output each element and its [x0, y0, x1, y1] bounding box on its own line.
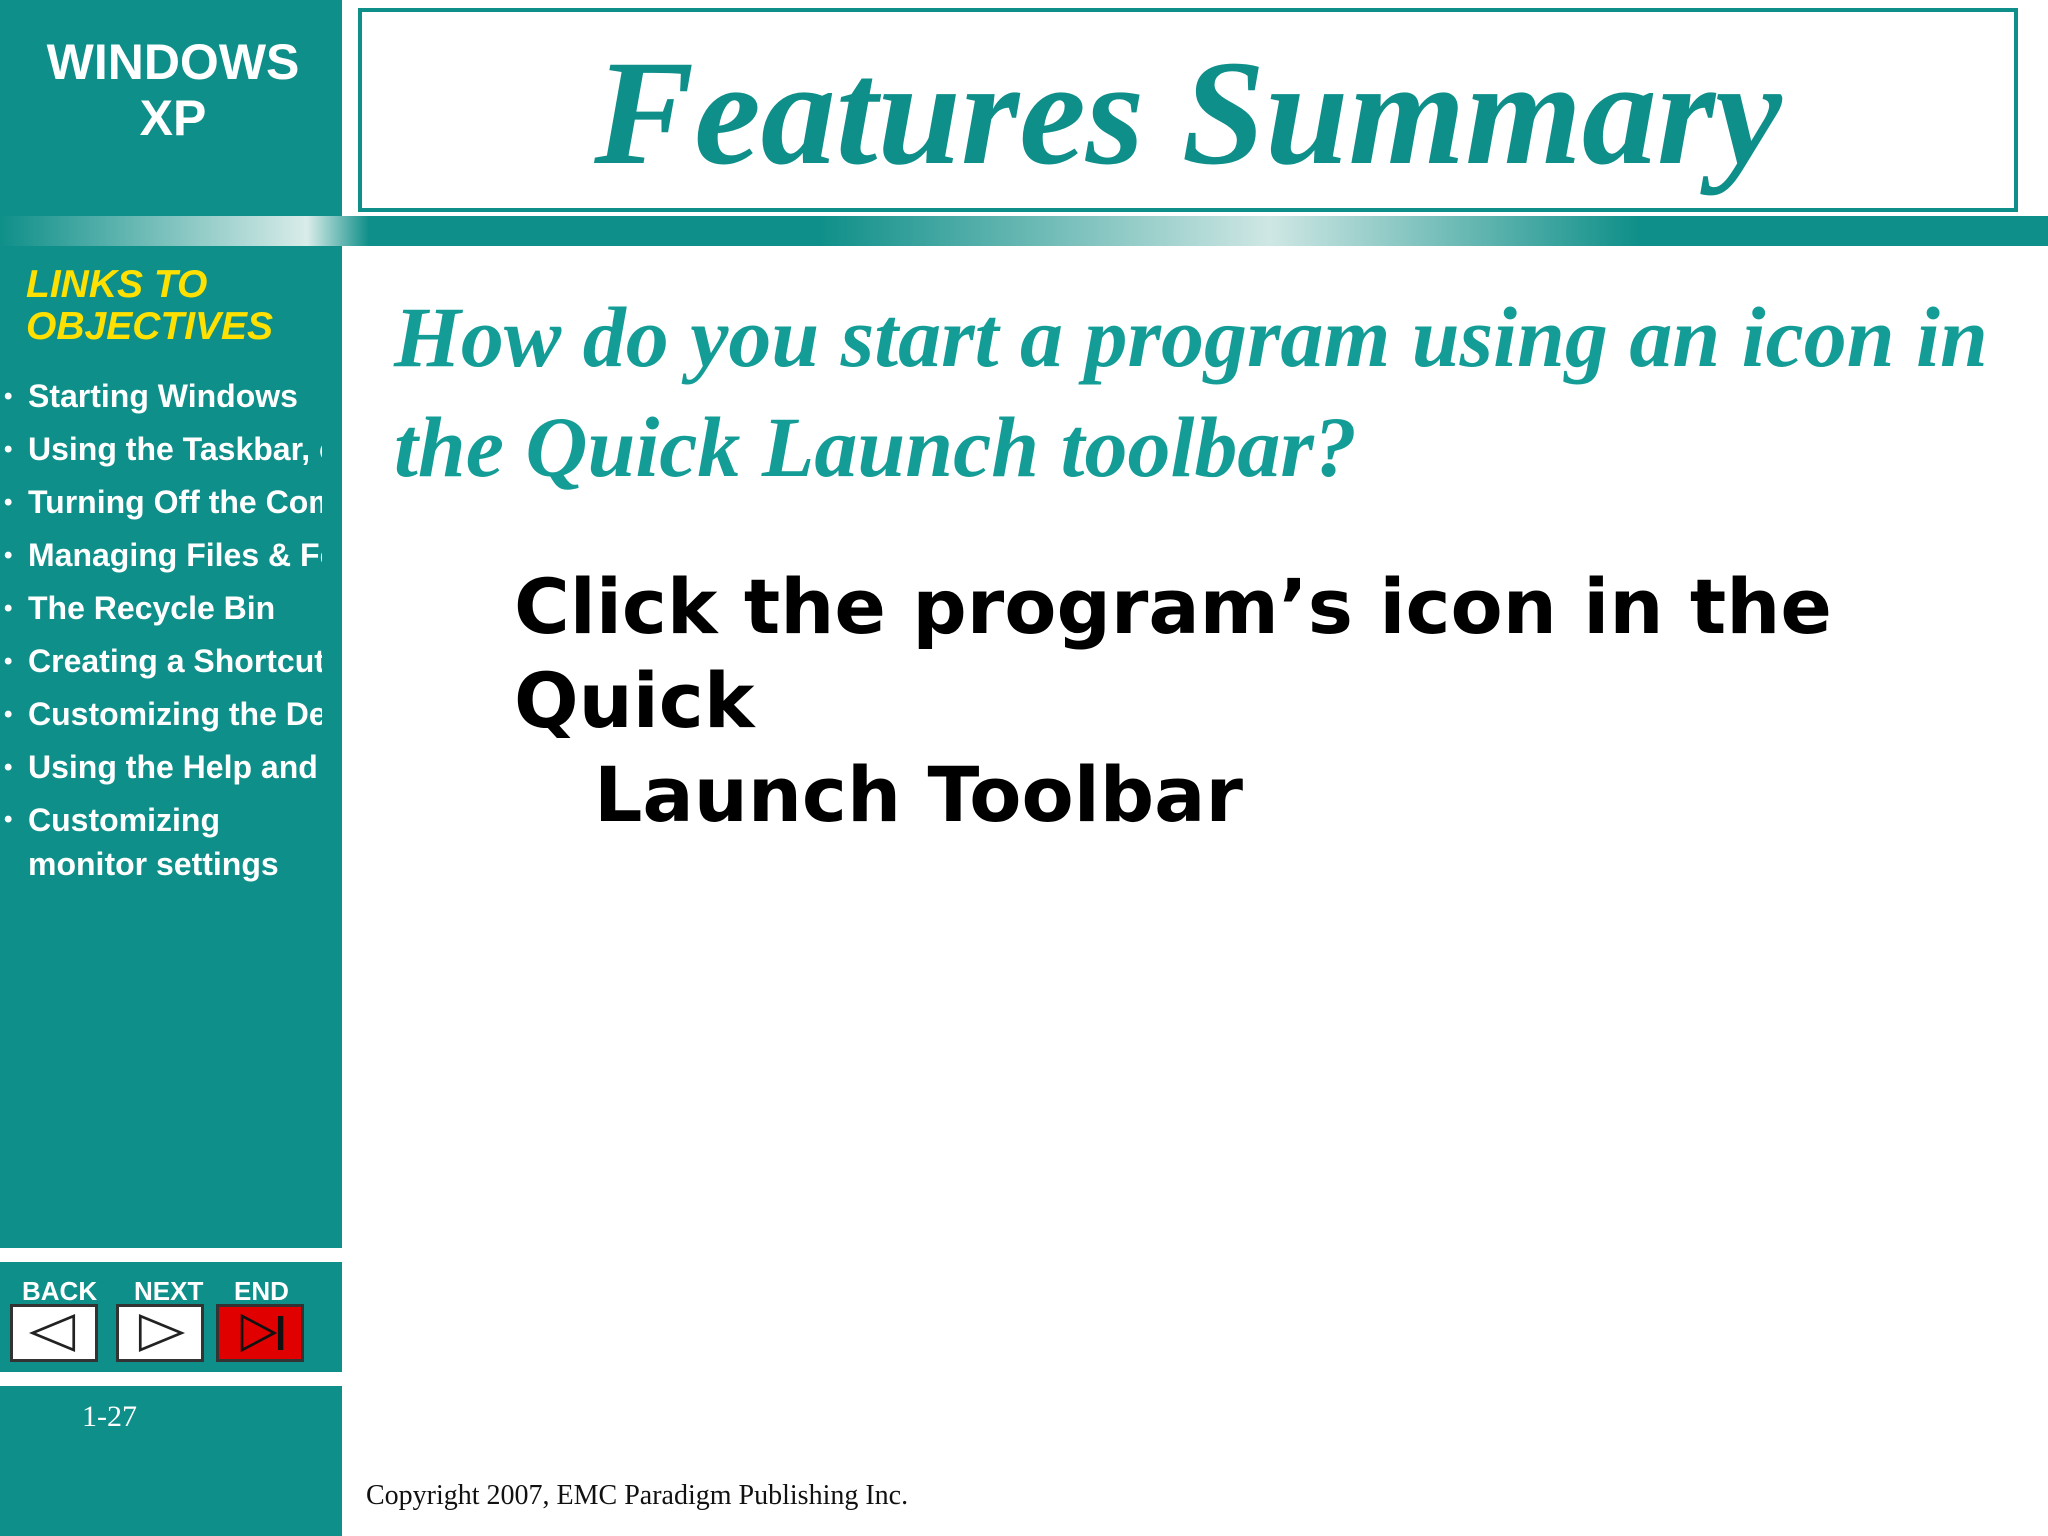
answer-line-2: Launch Toolbar: [594, 750, 1243, 839]
app-brand: WINDOWS XP: [0, 34, 346, 146]
title-box: Features Summary: [358, 8, 2018, 212]
answer-text: Click the program’s icon in the Quick La…: [514, 560, 1994, 842]
next-arrow-icon: [138, 1313, 186, 1353]
back-button[interactable]: [10, 1304, 98, 1362]
back-label: BACK: [22, 1276, 98, 1306]
sidebar: LINKS TO OBJECTIVES Starting Windows Usi…: [0, 246, 342, 1248]
links-heading-line-1: LINKS TO: [26, 263, 208, 306]
navigation-panel: BACK NEXT END: [0, 1262, 342, 1372]
end-arrow-icon: [240, 1313, 284, 1353]
objective-links: Starting Windows Using the Taskbar, o Tu…: [0, 374, 322, 894]
page-title: Features Summary: [594, 30, 1782, 196]
link-using-taskbar[interactable]: Using the Taskbar, o: [0, 427, 322, 472]
link-managing-files[interactable]: Managing Files & Fol: [0, 533, 322, 578]
link-customizing-desktop[interactable]: Customizing the Des: [0, 692, 322, 737]
page-number-panel: 1-27: [0, 1386, 342, 1536]
link-creating-shortcut[interactable]: Creating a Shortcut: [0, 639, 322, 684]
link-help-support[interactable]: Using the Help and S: [0, 745, 322, 790]
next-button[interactable]: [116, 1304, 204, 1362]
brand-line-1: WINDOWS: [46, 34, 300, 90]
page-number: 1-27: [82, 1400, 137, 1433]
end-label: END: [234, 1276, 289, 1306]
end-button[interactable]: [216, 1304, 304, 1362]
sidebar-header: WINDOWS XP: [0, 0, 342, 216]
link-monitor-settings[interactable]: Customizing monitor settings: [0, 798, 322, 886]
copyright-notice: Copyright 2007, EMC Paradigm Publishing …: [366, 1480, 909, 1511]
answer-line-1: Click the program’s icon in the Quick: [514, 562, 1832, 745]
link-recycle-bin[interactable]: The Recycle Bin: [0, 586, 322, 631]
brand-line-2: XP: [139, 90, 207, 146]
back-arrow-icon: [28, 1313, 76, 1353]
header-divider: [0, 216, 2048, 246]
link-turning-off[interactable]: Turning Off the Com: [0, 480, 322, 525]
link-starting-windows[interactable]: Starting Windows: [0, 374, 322, 419]
links-heading: LINKS TO OBJECTIVES: [26, 264, 273, 348]
links-heading-line-2: OBJECTIVES: [26, 305, 274, 348]
next-label: NEXT: [134, 1276, 204, 1306]
question-text: How do you start a program using an icon…: [394, 289, 1988, 495]
